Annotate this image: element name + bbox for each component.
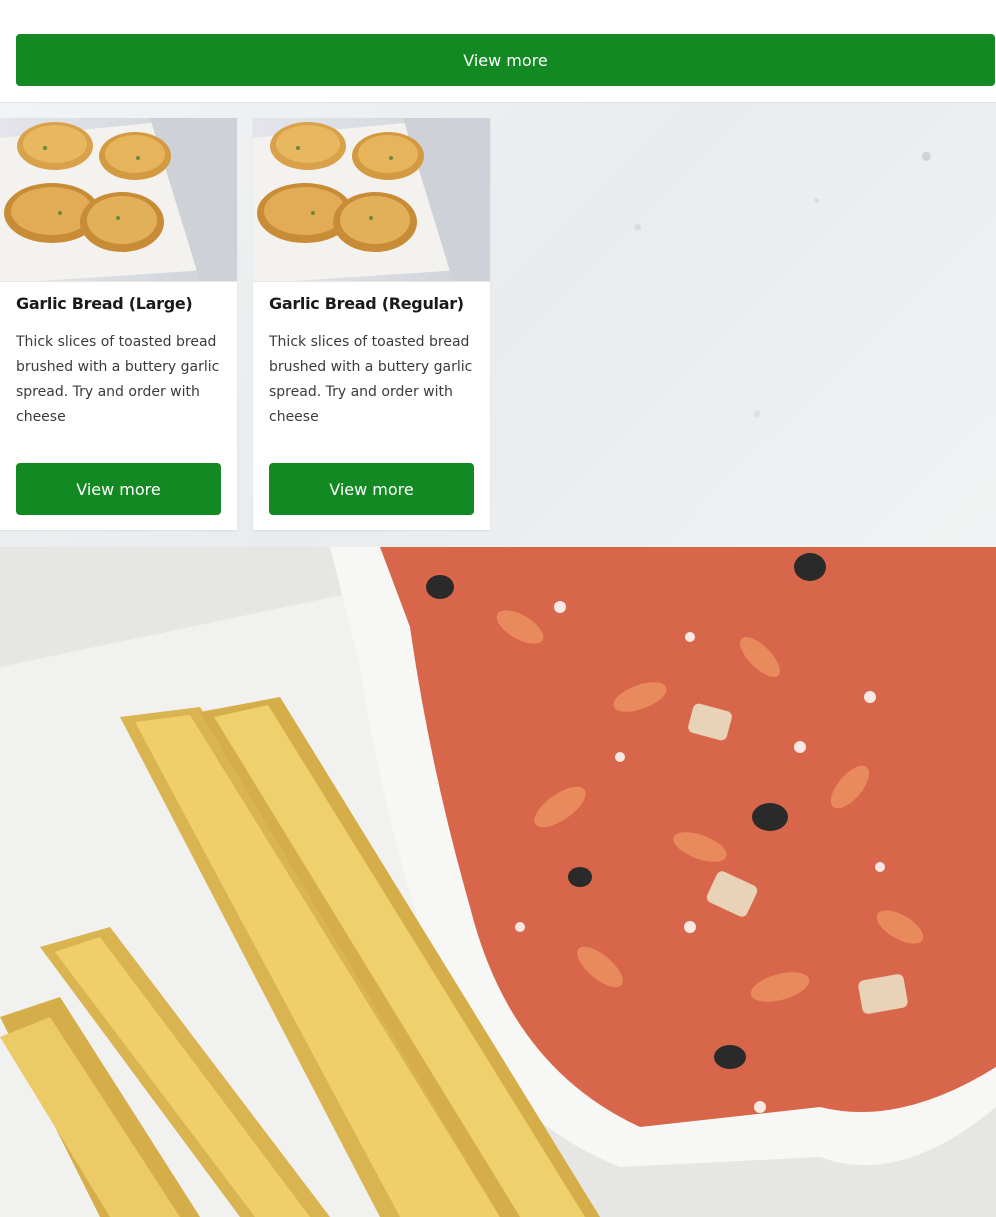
garlic-bread-image[interactable] <box>0 118 237 282</box>
product-description: Thick slices of toasted bread brushed wi… <box>16 334 220 425</box>
garlic-bread-illustration <box>253 118 490 281</box>
top-strip: View more <box>0 0 996 103</box>
product-description: Thick slices of toasted bread brushed wi… <box>269 334 473 425</box>
product-title[interactable]: Garlic Bread (Regular) <box>269 294 464 313</box>
product-grid: Garlic Bread (Large) Thick slices of toa… <box>0 103 996 547</box>
garlic-bread-illustration <box>0 118 237 281</box>
product-card[interactable]: Garlic Bread (Regular) Thick slices of t… <box>253 118 490 530</box>
product-title[interactable]: Garlic Bread (Large) <box>16 294 193 313</box>
view-more-button[interactable]: View more <box>16 463 221 515</box>
view-more-button[interactable]: View more <box>269 463 474 515</box>
view-more-button[interactable]: View more <box>16 34 995 86</box>
pasta-breadsticks-illustration <box>0 547 996 1217</box>
pasta-breadsticks-hero-image <box>0 547 996 1217</box>
product-card[interactable]: Garlic Bread (Large) Thick slices of toa… <box>0 118 237 530</box>
garlic-bread-image[interactable] <box>253 118 490 282</box>
